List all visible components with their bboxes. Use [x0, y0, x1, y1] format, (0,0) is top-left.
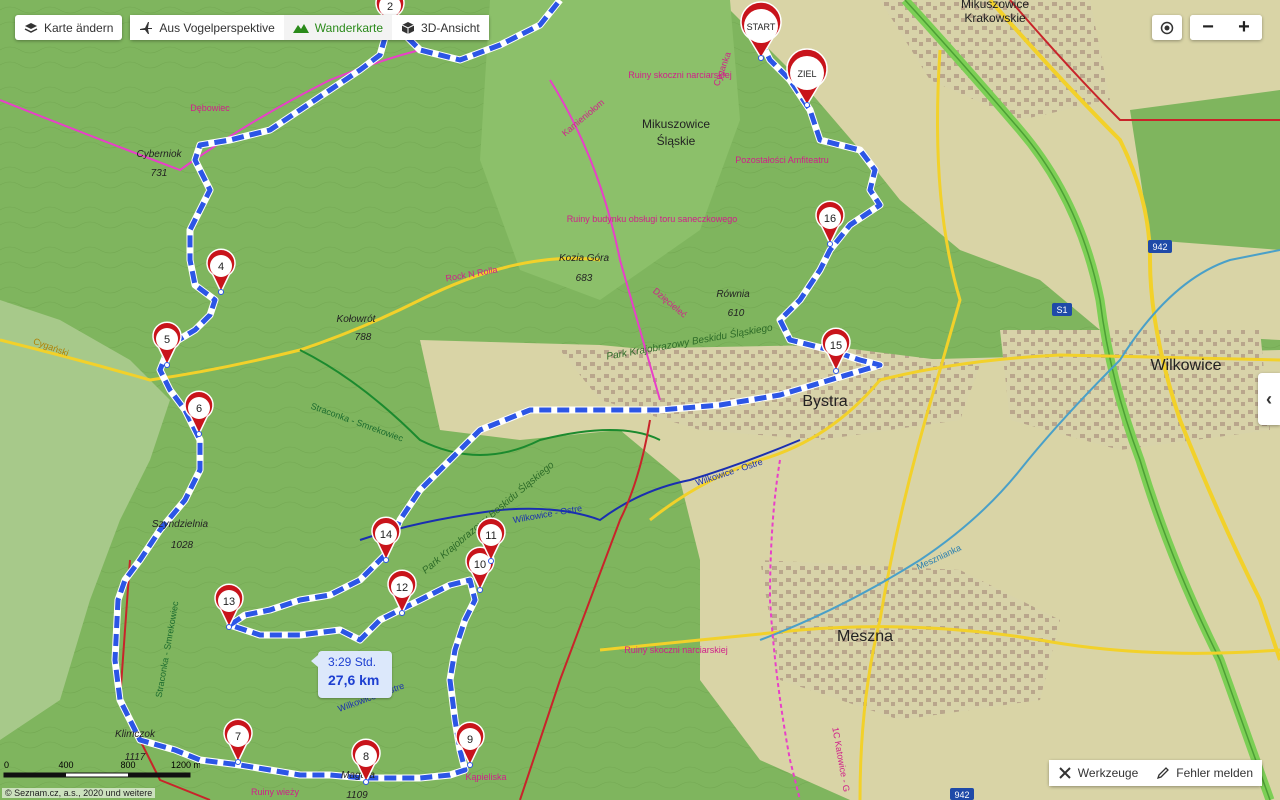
route-marker-label-m9: 9 [467, 734, 473, 746]
copyright[interactable]: © Seznam.cz, a.s., 2020 und weitere [2, 788, 156, 798]
route-time: 3:29 Std. [328, 655, 377, 669]
label-kapieliska: Kąpieliska [465, 772, 506, 782]
tools-icon [1059, 767, 1071, 779]
label-mikuszowice-k2: Krakowskie [964, 11, 1026, 25]
label-cyberniok: Cyberniok [136, 149, 182, 160]
road-shield-942-north: 942 [1148, 240, 1172, 253]
locate-button[interactable] [1152, 15, 1182, 40]
map-type-group: Aus Vogelperspektive Wanderkarte 3D-Ansi… [130, 15, 489, 40]
route-info-box[interactable]: 3:29 Std. 27,6 km [311, 651, 392, 698]
label-mikuszowice-s1: Mikuszowice [642, 117, 710, 131]
route-marker-label-m13: 13 [223, 596, 235, 608]
3d-view-label: 3D-Ansicht [421, 20, 480, 35]
hiking-map-label: Wanderkarte [314, 20, 384, 35]
road-shield-942-south: 942 [950, 788, 974, 800]
route-marker-label-m10: 10 [474, 559, 486, 571]
scale-label-800: 800 [120, 760, 135, 770]
route-marker-label-m6: 6 [196, 403, 202, 415]
road-shield-s1: S1 [1052, 303, 1072, 316]
label-kozia-gora: Kozia Góra [559, 253, 609, 264]
map-canvas[interactable]: Mikuszowice Krakowskie Mikuszowice Śląsk… [0, 0, 1280, 800]
hiking-map-button[interactable]: Wanderkarte [283, 15, 393, 40]
route-marker-label-start: START [747, 22, 776, 32]
tools-button[interactable]: Werkzeuge [1048, 760, 1148, 786]
route-marker-label-ziel: ZIEL [797, 69, 816, 79]
report-error-label: Fehler melden [1176, 766, 1253, 780]
label-ruiny-narciarskiej2: Ruiny skoczni narciarskiej [624, 645, 728, 655]
label-ruiny-budynku: Ruiny budynku obsługi toru saneczkowego [567, 214, 738, 224]
locate-icon [1160, 21, 1174, 34]
route-marker-label-m5: 5 [164, 334, 170, 346]
label-rownia-h: 610 [728, 308, 745, 319]
side-panel-toggle[interactable]: ‹ [1258, 373, 1280, 425]
label-szyndzielnia-h: 1028 [171, 540, 194, 551]
label-kolowrot-h: 788 [355, 332, 372, 343]
route-marker-label-m7: 7 [235, 731, 241, 743]
route-distance: 27,6 km [328, 672, 380, 688]
label-szyndzielnia: Szyndzielnia [152, 519, 209, 530]
tools-label: Werkzeuge [1077, 766, 1139, 780]
label-debowiec: Dębowiec [190, 103, 230, 113]
forest-northeast [1130, 90, 1280, 250]
zoom-controls: − + [1152, 15, 1262, 40]
label-bystra: Bystra [802, 393, 847, 410]
svg-text:S1: S1 [1056, 305, 1067, 315]
route-marker-label-m16: 16 [824, 213, 836, 225]
label-meszna: Meszna [837, 628, 893, 645]
scale-label-0: 0 [4, 760, 9, 770]
label-kozia-gora-h: 683 [576, 273, 593, 284]
route-marker-label-m14: 14 [380, 529, 392, 541]
scale-bar: 0 400 800 1200 m [0, 757, 201, 787]
label-cyberniok-h: 731 [151, 168, 168, 179]
mountain-icon [292, 23, 309, 33]
aerial-view-button[interactable]: Aus Vogelperspektive [130, 15, 284, 40]
scale-label-1200: 1200 m [171, 760, 200, 770]
layers-icon [24, 22, 38, 33]
route-marker-label-m2: 2 [387, 1, 393, 13]
3d-view-button[interactable]: 3D-Ansicht [392, 15, 489, 40]
pencil-icon [1157, 767, 1170, 780]
change-map-label: Karte ändern [44, 20, 114, 35]
label-kolowrot: Kołowrót [337, 314, 377, 325]
map-toolbar: Karte ändern Aus Vogelperspektive Wander… [15, 15, 489, 40]
label-magura-h: 1109 [346, 790, 368, 800]
change-map-button[interactable]: Karte ändern [15, 15, 123, 40]
route-marker-label-m15: 15 [830, 340, 842, 352]
scale-label-400: 400 [58, 760, 73, 770]
zoom-in-button[interactable]: + [1226, 15, 1262, 40]
bottom-tools: Werkzeuge Fehler melden [1048, 760, 1262, 786]
label-mikuszowice-k1: Mikuszowice [961, 0, 1029, 11]
cube-icon [401, 21, 415, 34]
aerial-view-label: Aus Vogelperspektive [159, 20, 275, 35]
label-wilkowice: Wilkowice [1150, 357, 1221, 374]
route-marker-label-m4: 4 [218, 261, 224, 273]
svg-text:942: 942 [1152, 242, 1167, 252]
zoom-out-button[interactable]: − [1190, 15, 1226, 40]
label-klimczok: Klimczok [115, 729, 156, 740]
label-ruiny-wiezy: Ruiny wieży [251, 787, 300, 797]
route-marker-label-m11: 11 [485, 530, 496, 542]
route-marker-label-m12: 12 [396, 582, 408, 594]
svg-text:942: 942 [954, 790, 969, 800]
plane-icon [140, 21, 153, 34]
report-error-button[interactable]: Fehler melden [1147, 760, 1262, 786]
label-pozostalosci: Pozostałości Amfiteatru [735, 155, 829, 165]
label-rownia: Równia [716, 289, 750, 300]
route-marker-label-m8: 8 [363, 751, 369, 763]
zoom-group: − + [1190, 15, 1262, 40]
label-mikuszowice-s2: Śląskie [657, 133, 696, 148]
